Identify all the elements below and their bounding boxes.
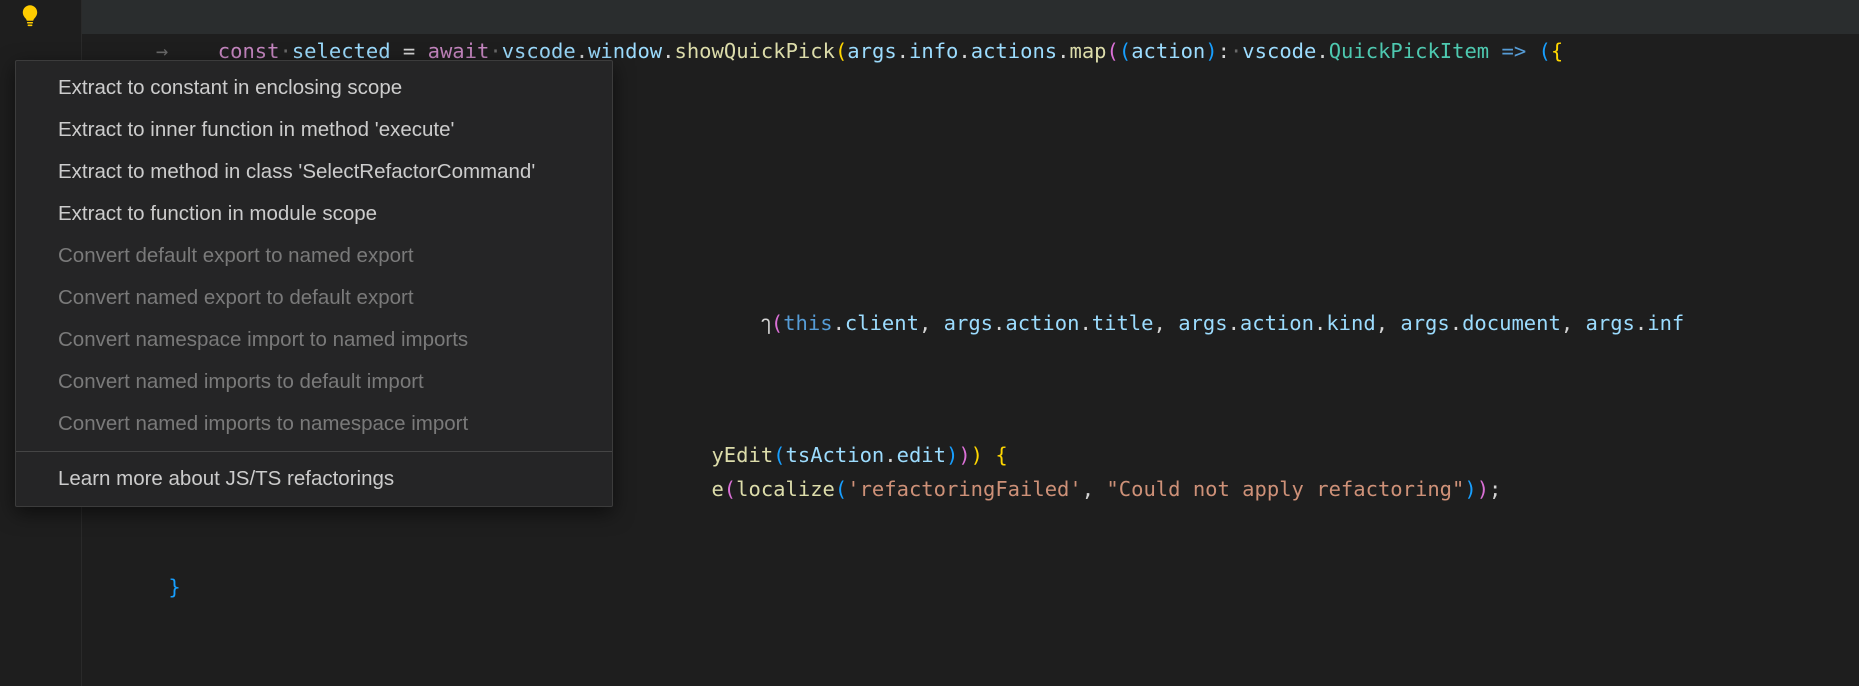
str-key: 'refactoringFailed' bbox=[847, 477, 1082, 501]
menu-item-learn-more[interactable]: Learn more about JS/TS refactorings bbox=[16, 458, 612, 500]
menu-item-extract-constant[interactable]: Extract to constant in enclosing scope bbox=[16, 67, 612, 109]
prop-action: action bbox=[1240, 311, 1314, 335]
menu-item-convert-named-to-default-import: Convert named imports to default import bbox=[16, 361, 612, 403]
arg-args: args bbox=[944, 311, 993, 335]
menu-item-convert-named-to-default: Convert named export to default export bbox=[16, 277, 612, 319]
lightbulb-icon[interactable] bbox=[20, 4, 40, 28]
arg-args: args bbox=[847, 39, 896, 63]
arg-args: args bbox=[1586, 311, 1635, 335]
type-quickpickitem: QuickPickItem bbox=[1329, 39, 1489, 63]
prop-document: document bbox=[1462, 311, 1561, 335]
menu-item-convert-ns-to-named: Convert namespace import to named import… bbox=[16, 319, 612, 361]
prop-info: info bbox=[909, 39, 958, 63]
prop-inf: inf bbox=[1647, 311, 1684, 335]
param-action: action bbox=[1131, 39, 1205, 63]
menu-item-convert-named-to-ns: Convert named imports to namespace impor… bbox=[16, 403, 612, 445]
refactor-menu: Extract to constant in enclosing scope E… bbox=[15, 60, 613, 507]
prop-client: client bbox=[845, 311, 919, 335]
menu-item-extract-function-module[interactable]: Extract to function in module scope bbox=[16, 193, 612, 235]
fn-map: map bbox=[1069, 39, 1106, 63]
code-line[interactable]: → const·selected = await·vscode.window.s… bbox=[82, 0, 1859, 34]
this: this bbox=[783, 311, 832, 335]
arrow: => bbox=[1489, 39, 1538, 63]
prop-title: title bbox=[1092, 311, 1154, 335]
fn-localize: localize bbox=[736, 477, 835, 501]
brace-close: } bbox=[168, 575, 180, 599]
menu-separator bbox=[16, 451, 612, 452]
menu-item-extract-inner-function[interactable]: Extract to inner function in method 'exe… bbox=[16, 109, 612, 151]
arg-args: args bbox=[1400, 311, 1449, 335]
menu-item-extract-method[interactable]: Extract to method in class 'SelectRefact… bbox=[16, 151, 612, 193]
arg-args: args bbox=[1178, 311, 1227, 335]
menu-item-convert-default-to-named: Convert default export to named export bbox=[16, 235, 612, 277]
prop-actions: actions bbox=[971, 39, 1057, 63]
str-msg: "Could not apply refactoring" bbox=[1106, 477, 1464, 501]
code-line[interactable]: } bbox=[82, 536, 1859, 570]
prop-action: action bbox=[1005, 311, 1079, 335]
fn-showquickpick: showQuickPick bbox=[675, 39, 835, 63]
prop-kind: kind bbox=[1326, 311, 1375, 335]
type-ns: vscode bbox=[1242, 39, 1316, 63]
